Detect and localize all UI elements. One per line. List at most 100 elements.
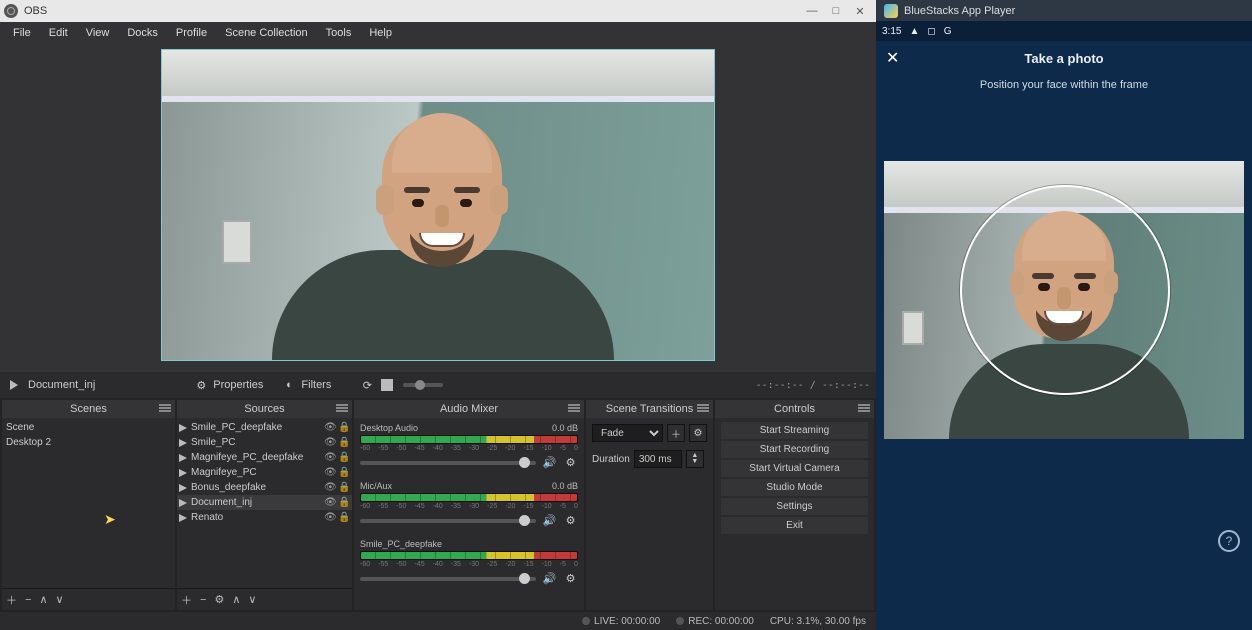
remove-scene-button[interactable]: −: [25, 594, 31, 606]
scene-item[interactable]: Scene: [2, 420, 175, 435]
control-button[interactable]: Studio Mode: [721, 479, 868, 496]
source-item[interactable]: Magnifeye_PC_deepfake👁🔒: [177, 450, 352, 465]
lock-icon[interactable]: 🔒: [338, 482, 350, 493]
control-button[interactable]: Exit: [721, 517, 868, 534]
visibility-icon[interactable]: 👁: [324, 422, 336, 433]
window-close-button[interactable]: ✕: [848, 5, 872, 18]
remove-source-button[interactable]: −: [200, 594, 206, 606]
control-button[interactable]: Start Streaming: [721, 422, 868, 439]
properties-button[interactable]: ⚙Properties: [187, 375, 269, 395]
window-maximize-button[interactable]: □: [824, 5, 848, 17]
source-name: Bonus_deepfake: [191, 482, 322, 493]
source-item[interactable]: Document_inj👁🔒: [177, 495, 352, 510]
transition-select[interactable]: Fade: [592, 424, 663, 442]
menu-file[interactable]: File: [4, 27, 40, 39]
control-button[interactable]: Start Virtual Camera: [721, 460, 868, 477]
scene-up-button[interactable]: ∧: [39, 593, 47, 606]
dock-menu-icon[interactable]: [858, 403, 870, 413]
source-name: Smile_PC_deepfake: [191, 422, 322, 433]
menu-view[interactable]: View: [77, 27, 119, 39]
obs-title: OBS: [24, 5, 47, 17]
status-clock: 3:15: [882, 26, 901, 37]
volume-slider[interactable]: [360, 461, 536, 465]
menu-scene-collection[interactable]: Scene Collection: [216, 27, 317, 39]
scene-down-button[interactable]: ∨: [56, 593, 64, 606]
help-button[interactable]: ?: [1218, 530, 1240, 552]
volume-slider[interactable]: [360, 577, 536, 581]
control-button[interactable]: Start Recording: [721, 441, 868, 458]
source-up-button[interactable]: ∧: [232, 593, 240, 606]
lock-icon[interactable]: 🔒: [338, 422, 350, 433]
lock-icon[interactable]: 🔒: [338, 497, 350, 508]
channel-name: Desktop Audio: [360, 423, 418, 433]
mixer-channel: Desktop Audio0.0 dB-60-55-50-45-40-35-30…: [354, 420, 584, 478]
lock-icon[interactable]: 🔒: [338, 512, 350, 523]
menu-help[interactable]: Help: [360, 27, 401, 39]
preview-canvas[interactable]: [161, 49, 715, 361]
menu-edit[interactable]: Edit: [40, 27, 77, 39]
dock-menu-icon[interactable]: [336, 403, 348, 413]
speaker-icon[interactable]: 🔊: [542, 455, 557, 470]
bluestacks-titlebar[interactable]: BlueStacks App Player: [876, 0, 1252, 21]
volume-slider[interactable]: [360, 519, 536, 523]
stop-icon[interactable]: [381, 379, 393, 391]
dock-menu-icon[interactable]: [697, 403, 709, 413]
add-source-button[interactable]: ＋: [181, 592, 192, 608]
play-icon: [179, 424, 187, 432]
source-item[interactable]: Renato👁🔒: [177, 510, 352, 525]
duration-stepper[interactable]: ▲▼: [686, 450, 704, 468]
gear-icon[interactable]: ⚙: [563, 571, 578, 586]
scene-item[interactable]: Desktop 2: [2, 435, 175, 450]
dock-menu-icon[interactable]: [159, 403, 171, 413]
camera-preview[interactable]: [884, 161, 1244, 439]
transition-add-button[interactable]: ＋: [667, 424, 685, 442]
audio-mixer-dock: Audio Mixer Desktop Audio0.0 dB-60-55-50…: [354, 400, 584, 610]
source-settings-button[interactable]: ⚙: [214, 593, 224, 606]
channel-name: Smile_PC_deepfake: [360, 539, 442, 549]
source-item[interactable]: Magnifeye_PC👁🔒: [177, 465, 352, 480]
sources-title: Sources: [244, 403, 284, 415]
duration-input[interactable]: [634, 450, 682, 468]
source-item[interactable]: Smile_PC_deepfake👁🔒: [177, 420, 352, 435]
add-scene-button[interactable]: ＋: [6, 592, 17, 608]
preview-slider[interactable]: [403, 383, 443, 387]
menu-tools[interactable]: Tools: [317, 27, 361, 39]
lock-icon[interactable]: 🔒: [338, 467, 350, 478]
speaker-icon[interactable]: 🔊: [542, 571, 557, 586]
close-icon[interactable]: ✕: [886, 48, 899, 68]
menu-docks[interactable]: Docks: [118, 27, 167, 39]
gear-icon[interactable]: ⚙: [563, 513, 578, 528]
refresh-icon[interactable]: ⟳: [359, 377, 375, 393]
lock-icon[interactable]: 🔒: [338, 437, 350, 448]
speaker-icon[interactable]: 🔊: [542, 513, 557, 528]
play-icon[interactable]: [6, 377, 22, 393]
source-item[interactable]: Bonus_deepfake👁🔒: [177, 480, 352, 495]
docks-row: Scenes Scene Desktop 2 ＋ − ∧ ∨ Sources S…: [0, 398, 876, 612]
gear-icon[interactable]: ⚙: [563, 455, 578, 470]
play-icon: [179, 514, 187, 522]
source-item[interactable]: Smile_PC👁🔒: [177, 435, 352, 450]
dock-menu-icon[interactable]: [568, 403, 580, 413]
obs-titlebar[interactable]: OBS — □ ✕: [0, 0, 876, 22]
visibility-icon[interactable]: 👁: [324, 482, 336, 493]
window-minimize-button[interactable]: —: [800, 5, 824, 17]
meter-ticks: -60-55-50-45-40-35-30-25-20-15-10-50: [360, 561, 578, 568]
source-name: Magnifeye_PC_deepfake: [191, 452, 322, 463]
source-down-button[interactable]: ∨: [248, 593, 256, 606]
visibility-icon[interactable]: 👁: [324, 452, 336, 463]
screen-header: ✕ Take a photo: [876, 41, 1252, 75]
visibility-icon[interactable]: 👁: [324, 437, 336, 448]
filters-button[interactable]: ◐Filters: [275, 375, 337, 395]
menu-profile[interactable]: Profile: [167, 27, 216, 39]
transition-settings-button[interactable]: ⚙: [689, 424, 707, 442]
visibility-icon[interactable]: 👁: [324, 467, 336, 478]
source-toolbar: Document_inj ⚙Properties ◐Filters ⟳ --:-…: [0, 372, 876, 398]
visibility-icon[interactable]: 👁: [324, 497, 336, 508]
controls-dock: Controls Start StreamingStart RecordingS…: [715, 400, 874, 610]
gear-icon: ⚙: [193, 377, 209, 393]
channel-level: 0.0 dB: [552, 481, 578, 491]
visibility-icon[interactable]: 👁: [324, 512, 336, 523]
control-button[interactable]: Settings: [721, 498, 868, 515]
scenes-dock: Scenes Scene Desktop 2 ＋ − ∧ ∨: [2, 400, 175, 610]
lock-icon[interactable]: 🔒: [338, 452, 350, 463]
